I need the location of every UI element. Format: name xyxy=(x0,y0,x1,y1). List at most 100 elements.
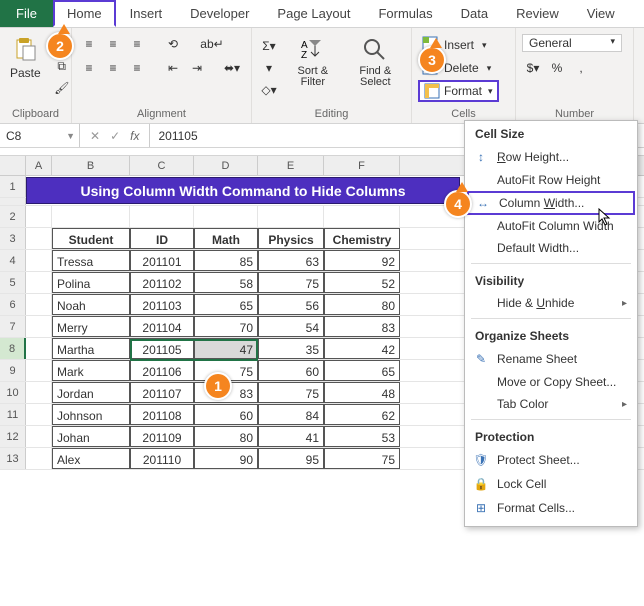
cell-D6[interactable]: 65 xyxy=(194,294,258,315)
cell-D5[interactable]: 58 xyxy=(194,272,258,293)
cell-D7[interactable]: 70 xyxy=(194,316,258,337)
data-tab[interactable]: Data xyxy=(447,0,502,27)
cell-F11[interactable]: 62 xyxy=(324,404,400,425)
menu-hide-unhide[interactable]: Hide & Unhide▸ xyxy=(465,292,637,314)
cell-F7[interactable]: 83 xyxy=(324,316,400,337)
menu-rename-sheet[interactable]: ✎Rename Sheet xyxy=(465,347,637,371)
cell-F13[interactable]: 75 xyxy=(324,448,400,469)
cell-B7[interactable]: Merry xyxy=(52,316,130,337)
col-E[interactable]: E xyxy=(258,156,324,175)
cell-E13[interactable]: 95 xyxy=(258,448,324,469)
col-A[interactable]: A xyxy=(26,156,52,175)
menu-lock-cell[interactable]: 🔒Lock Cell xyxy=(465,472,637,496)
developer-tab[interactable]: Developer xyxy=(176,0,263,27)
row-head-10[interactable]: 10 xyxy=(0,382,26,403)
cancel-formula-icon[interactable]: ✕ xyxy=(90,129,100,143)
cell-F6[interactable]: 80 xyxy=(324,294,400,315)
sort-filter-button[interactable]: AZ Sort & Filter xyxy=(286,34,340,90)
select-all-corner[interactable] xyxy=(0,156,26,175)
cell-E12[interactable]: 41 xyxy=(258,426,324,447)
merge-button[interactable]: ⬌▾ xyxy=(218,58,246,78)
name-box[interactable]: C8▼ xyxy=(0,124,80,147)
col-B[interactable]: B xyxy=(52,156,130,175)
cell-B11[interactable]: Johnson xyxy=(52,404,130,425)
cell-D13[interactable]: 90 xyxy=(194,448,258,469)
cell-B10[interactable]: Jordan xyxy=(52,382,130,403)
clear-button[interactable]: ◇▾ xyxy=(258,80,280,100)
header-student[interactable]: Student xyxy=(52,228,130,249)
paste-button[interactable]: Paste xyxy=(6,34,45,82)
align-center-button[interactable]: ≡ xyxy=(102,58,124,78)
view-tab[interactable]: View xyxy=(573,0,629,27)
menu-autofit-row[interactable]: AutoFit Row Height xyxy=(465,169,637,191)
header-chemistry[interactable]: Chemistry xyxy=(324,228,400,249)
menu-protect-sheet[interactable]: 🛡Protect Sheet... xyxy=(465,448,637,472)
format-painter-button[interactable]: 🖌 xyxy=(51,78,73,98)
fx-icon[interactable]: fx xyxy=(130,129,139,143)
cell-F8[interactable]: 42 xyxy=(324,338,400,359)
percent-button[interactable]: % xyxy=(546,58,568,78)
cell-B4[interactable]: Tressa xyxy=(52,250,130,271)
file-tab[interactable]: File xyxy=(0,0,53,27)
home-tab[interactable]: Home xyxy=(53,0,116,27)
row-head-2[interactable]: 2 xyxy=(0,206,26,227)
cell-C8[interactable]: 201105 xyxy=(130,338,194,359)
cell-E11[interactable]: 84 xyxy=(258,404,324,425)
review-tab[interactable]: Review xyxy=(502,0,573,27)
col-D[interactable]: D xyxy=(194,156,258,175)
orientation-button[interactable]: ⟲ xyxy=(162,34,184,54)
row-head-13[interactable]: 13 xyxy=(0,448,26,469)
comma-button[interactable]: , xyxy=(570,58,592,78)
cell-E10[interactable]: 75 xyxy=(258,382,324,403)
cell-E5[interactable]: 75 xyxy=(258,272,324,293)
cell-C12[interactable]: 201109 xyxy=(130,426,194,447)
cell-B9[interactable]: Mark xyxy=(52,360,130,381)
cell-C10[interactable]: 201107 xyxy=(130,382,194,403)
align-left-button[interactable]: ≡ xyxy=(78,58,100,78)
row-head-3[interactable]: 3 xyxy=(0,228,26,249)
row-head-9[interactable]: 9 xyxy=(0,360,26,381)
menu-default-width[interactable]: Default Width... xyxy=(465,237,637,259)
cell-F9[interactable]: 65 xyxy=(324,360,400,381)
row-head-12[interactable]: 12 xyxy=(0,426,26,447)
align-middle-button[interactable]: ≡ xyxy=(102,34,124,54)
row-head-6[interactable]: 6 xyxy=(0,294,26,315)
menu-format-cells[interactable]: ⊞Format Cells... xyxy=(465,496,637,520)
enter-formula-icon[interactable]: ✓ xyxy=(110,129,120,143)
autosum-button[interactable]: Σ▾ xyxy=(258,36,280,56)
row-head-11[interactable]: 11 xyxy=(0,404,26,425)
cell-E7[interactable]: 54 xyxy=(258,316,324,337)
formulas-tab[interactable]: Formulas xyxy=(364,0,446,27)
cell-D12[interactable]: 80 xyxy=(194,426,258,447)
cell-B6[interactable]: Noah xyxy=(52,294,130,315)
insert-tab[interactable]: Insert xyxy=(116,0,177,27)
cell-F10[interactable]: 48 xyxy=(324,382,400,403)
align-right-button[interactable]: ≡ xyxy=(126,58,148,78)
format-button[interactable]: Format▾ xyxy=(418,80,499,102)
find-select-button[interactable]: Find & Select xyxy=(346,34,405,90)
currency-button[interactable]: $▾ xyxy=(522,58,544,78)
fill-button[interactable]: ▾ xyxy=(258,58,280,78)
pagelayout-tab[interactable]: Page Layout xyxy=(263,0,364,27)
align-top-button[interactable]: ≡ xyxy=(78,34,100,54)
cell-C4[interactable]: 201101 xyxy=(130,250,194,271)
cell-E6[interactable]: 56 xyxy=(258,294,324,315)
cell-B8[interactable]: Martha xyxy=(52,338,130,359)
formula-value[interactable]: 201105 xyxy=(150,129,197,143)
cell-F4[interactable]: 92 xyxy=(324,250,400,271)
cell-B5[interactable]: Polina xyxy=(52,272,130,293)
cell-B12[interactable]: Johan xyxy=(52,426,130,447)
col-C[interactable]: C xyxy=(130,156,194,175)
cell-C9[interactable]: 201106 xyxy=(130,360,194,381)
row-head-7[interactable]: 7 xyxy=(0,316,26,337)
number-format-select[interactable]: General▾ xyxy=(522,34,622,52)
header-physics[interactable]: Physics xyxy=(258,228,324,249)
header-id[interactable]: ID xyxy=(130,228,194,249)
align-bottom-button[interactable]: ≡ xyxy=(126,34,148,54)
menu-tab-color[interactable]: Tab Color▸ xyxy=(465,393,637,415)
cell-D11[interactable]: 60 xyxy=(194,404,258,425)
cell-E8[interactable]: 35 xyxy=(258,338,324,359)
cell-D4[interactable]: 85 xyxy=(194,250,258,271)
row-head-1[interactable]: 1 xyxy=(0,176,26,197)
cell-C13[interactable]: 201110 xyxy=(130,448,194,469)
